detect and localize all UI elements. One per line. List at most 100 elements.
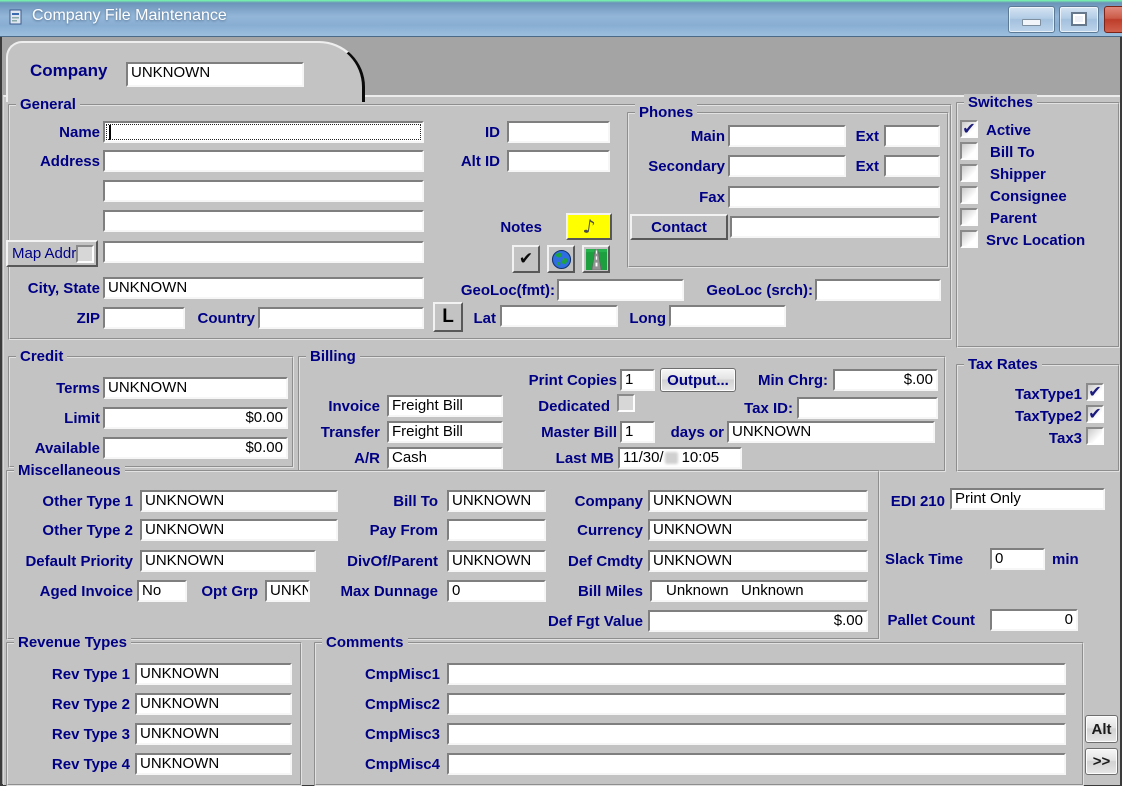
country-input[interactable] [258,307,424,329]
billing-legend: Billing [306,348,360,365]
aged-invoice-label: Aged Invoice [8,583,133,600]
alt-button[interactable]: Alt [1085,715,1118,743]
geoloc-fmt-input[interactable] [557,279,684,301]
transfer-input[interactable]: Freight Bill [387,421,503,443]
map-addr-checkbox[interactable] [76,245,94,263]
srvc-location-checkbox[interactable] [960,230,978,248]
aged-invoice-input[interactable]: No [137,580,187,602]
minimize-icon [1022,19,1041,26]
divof-parent-input[interactable]: UNKNOWN [447,550,546,572]
minimize-button[interactable] [1008,6,1055,33]
verify-button[interactable]: ✔ [512,245,540,273]
default-priority-label: Default Priority [8,553,133,570]
invoice-input[interactable]: Freight Bill [387,395,503,417]
transfer-label: Transfer [305,424,380,441]
tax-rates-legend: Tax Rates [964,356,1042,373]
fax-input[interactable] [728,186,940,208]
last-mb-date: 11/30/ [623,449,664,466]
city-state-input[interactable]: UNKNOWN [103,277,424,299]
contact-button[interactable]: Contact [630,214,728,240]
alt-id-input[interactable] [507,150,610,172]
name-input[interactable] [103,121,424,143]
phone-secondary-ext-input[interactable] [884,155,940,177]
other-type2-input[interactable]: UNKNOWN [140,519,338,541]
other-type1-input[interactable]: UNKNOWN [140,490,338,512]
limit-input[interactable]: $0.00 [103,407,288,429]
def-fgt-value-input[interactable]: $.00 [648,610,868,632]
ar-input[interactable]: Cash [387,447,503,469]
map-addr-button[interactable]: Map Addr [6,240,98,267]
more-button[interactable]: >> [1085,748,1118,775]
company-tab-label: Company [30,61,107,81]
address-line1-input[interactable] [103,150,424,172]
parent-checkbox[interactable] [960,208,978,226]
days-or-input[interactable]: UNKNOWN [727,421,935,443]
rev-type4-label: Rev Type 4 [20,756,130,773]
alt-id-label: Alt ID [440,153,500,170]
phone-secondary-ext-label: Ext [849,158,879,175]
slack-time-input[interactable]: 0 [990,548,1045,570]
notes-button[interactable]: ♪ [566,213,612,240]
def-cmdty-input[interactable]: UNKNOWN [648,550,868,572]
mileage-button[interactable] [582,245,610,273]
bill-miles-input[interactable]: Unknown Unknown [650,580,868,602]
last-mb-input[interactable]: 11/30/10:05 [618,447,742,469]
min-chrg-input[interactable]: $.00 [833,369,938,391]
tab-company[interactable]: Company UNKNOWN [6,41,365,102]
terms-input[interactable]: UNKNOWN [103,377,288,399]
rev-type4-input[interactable]: UNKNOWN [135,753,292,775]
map-addr-input[interactable] [103,241,424,263]
tax-id-input[interactable] [797,397,938,419]
opt-grp-input[interactable]: UNKNOWN [265,580,310,602]
address-line2-input[interactable] [103,180,424,202]
long-input[interactable] [669,305,786,327]
edi210-label: EDI 210 [880,493,945,510]
misc-bill-to-input[interactable]: UNKNOWN [447,490,546,512]
id-input[interactable] [507,121,610,143]
available-input[interactable]: $0.00 [103,437,288,459]
contact-input[interactable] [730,216,940,238]
lat-input[interactable] [500,305,618,327]
locate-button[interactable]: L [433,302,463,332]
cmpmisc4-input[interactable] [447,753,1066,775]
default-priority-input[interactable]: UNKNOWN [140,550,316,572]
geocode-button[interactable] [547,245,575,273]
misc-company-input[interactable]: UNKNOWN [648,490,868,512]
shipper-checkbox[interactable] [960,164,978,182]
rev-type2-input[interactable]: UNKNOWN [135,693,292,715]
consignee-checkbox[interactable] [960,186,978,204]
invoice-label: Invoice [305,398,380,415]
pallet-count-input[interactable]: 0 [990,609,1078,631]
edi210-input[interactable]: Print Only [950,488,1105,510]
cmpmisc3-input[interactable] [447,723,1066,745]
cmpmisc1-input[interactable] [447,663,1066,685]
company-id-input[interactable]: UNKNOWN [126,62,304,87]
active-checkbox[interactable]: ✔ [960,120,978,138]
output-button[interactable]: Output... [660,368,736,392]
close-button[interactable] [1104,6,1122,33]
tax-id-label: Tax ID: [705,400,793,417]
currency-input[interactable]: UNKNOWN [648,519,868,541]
rev-type3-input[interactable]: UNKNOWN [135,723,292,745]
cmpmisc2-input[interactable] [447,693,1066,715]
phone-main-input[interactable] [728,125,846,147]
def-cmdty-label: Def Cmdty [555,553,643,570]
tax3-checkbox[interactable] [1086,427,1104,445]
other-type1-label: Other Type 1 [8,493,133,510]
zip-label: ZIP [8,310,100,327]
rev-type1-input[interactable]: UNKNOWN [135,663,292,685]
taxtype2-checkbox[interactable]: ✔ [1086,405,1104,423]
master-bill-input[interactable]: 1 [620,421,655,443]
max-dunnage-input[interactable]: 0 [447,580,546,602]
print-copies-input[interactable]: 1 [620,369,655,391]
pay-from-input[interactable] [447,519,546,541]
phone-secondary-input[interactable] [728,155,846,177]
maximize-button[interactable] [1059,6,1099,33]
taxtype1-checkbox[interactable]: ✔ [1086,383,1104,401]
geoloc-srch-input[interactable] [815,279,941,301]
dedicated-checkbox[interactable] [617,394,635,412]
address-line3-input[interactable] [103,210,424,232]
bill-to-checkbox[interactable] [960,142,978,160]
general-legend: General [16,96,80,113]
phone-main-ext-input[interactable] [884,125,940,147]
